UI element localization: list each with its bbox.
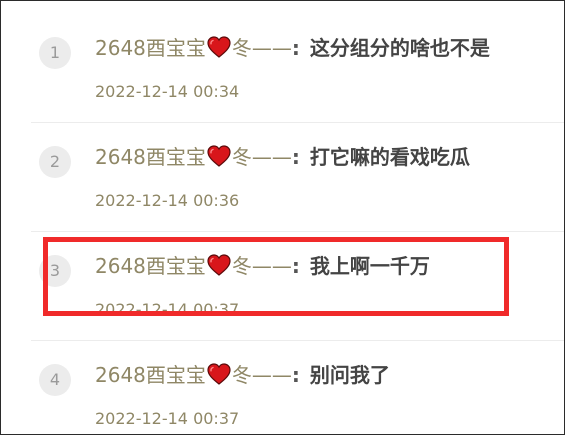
comment-line: 2648酉宝宝 冬——: 别问我了 [95, 360, 390, 390]
comment-line: 2648酉宝宝 冬——: 我上啊一千万 [95, 251, 430, 281]
comment-text: 打它嘛的看戏吃瓜 [309, 145, 470, 169]
author-name[interactable]: 2648酉宝宝 [95, 36, 206, 60]
divider [31, 122, 564, 123]
timestamp: 2022-12-14 00:36 [95, 191, 240, 210]
rank-badge: 1 [39, 37, 71, 69]
author-name[interactable]: 2648酉宝宝 [95, 145, 206, 169]
timestamp: 2022-12-14 00:37 [95, 409, 240, 428]
rank-badge: 4 [39, 364, 71, 396]
comment-text: 我上啊一千万 [309, 254, 430, 278]
author-name[interactable]: 2648酉宝宝 [95, 363, 206, 387]
separator: : [291, 145, 300, 169]
comment-line: 2648酉宝宝 冬——: 这分组分的啥也不是 [95, 33, 490, 63]
separator: : [291, 36, 300, 60]
comment-item: 3 2648酉宝宝 冬——: 我上啊一千万 2022-12-14 00:37 [31, 233, 564, 341]
timestamp: 2022-12-14 00:34 [95, 82, 240, 101]
divider [31, 340, 564, 341]
comment-text: 别问我了 [309, 363, 390, 387]
author-name[interactable]: 2648酉宝宝 [95, 254, 206, 278]
rank-badge: 3 [39, 255, 71, 287]
separator: : [291, 363, 300, 387]
author-suffix: 冬—— [231, 145, 292, 169]
heart-icon [207, 363, 231, 385]
comment-text: 这分组分的啥也不是 [309, 36, 490, 60]
heart-icon [207, 36, 231, 58]
comment-item: 4 2648酉宝宝 冬——: 别问我了 2022-12-14 00:37 [31, 342, 564, 434]
comment-item: 2 2648酉宝宝 冬——: 打它嘛的看戏吃瓜 2022-12-14 00:36 [31, 124, 564, 232]
divider [31, 231, 564, 232]
heart-icon [207, 145, 231, 167]
rank-badge: 2 [39, 146, 71, 178]
comment-list: 1 2648酉宝宝 冬——: 这分组分的啥也不是 2022-12-14 00:34 … [0, 0, 565, 435]
comment-line: 2648酉宝宝 冬——: 打它嘛的看戏吃瓜 [95, 142, 470, 172]
comment-item: 1 2648酉宝宝 冬——: 这分组分的啥也不是 2022-12-14 00:34 [31, 15, 564, 123]
author-suffix: 冬—— [231, 254, 292, 278]
heart-icon [207, 254, 231, 276]
author-suffix: 冬—— [231, 363, 292, 387]
author-suffix: 冬—— [231, 36, 292, 60]
separator: : [291, 254, 300, 278]
timestamp: 2022-12-14 00:37 [95, 300, 240, 319]
